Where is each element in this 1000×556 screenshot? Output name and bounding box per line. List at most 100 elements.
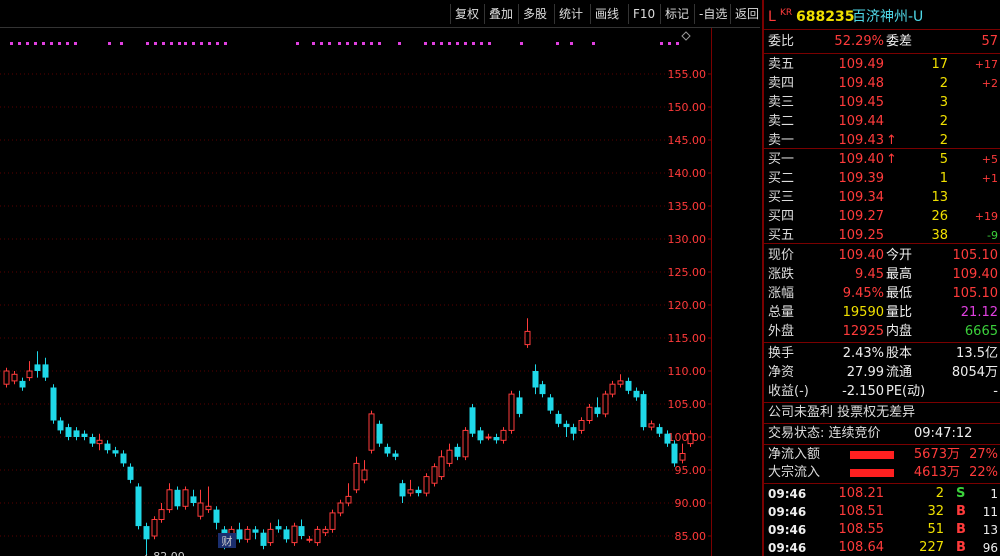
- quote-panel: L KR 688235 百济神州-U 委比 52.29% 委差 57 卖五 109…: [762, 0, 1000, 556]
- tick-row[interactable]: 09:46 108.64 227 B 96: [764, 539, 1000, 556]
- candle-body: [127, 466, 134, 480]
- buys-volume: 13: [931, 190, 948, 205]
- kr-mark: KR: [780, 8, 793, 18]
- buys-volume: 1: [939, 171, 948, 186]
- candle-body: [353, 462, 360, 491]
- marker-dot: [224, 42, 227, 45]
- marker-dot: [208, 42, 211, 45]
- marker-dot: [346, 42, 349, 45]
- row-jingzi: 净资 27.99 流通 8054万: [764, 363, 1000, 383]
- sells-label: 卖四: [768, 76, 795, 91]
- marker-dot: [216, 42, 219, 45]
- tick-count: 96: [982, 541, 998, 555]
- tick-price: 108.51: [838, 504, 885, 519]
- neipan-value: 6665: [964, 324, 998, 339]
- candle-body: [50, 387, 57, 421]
- candle-body: [679, 453, 686, 461]
- toolbar-button-6[interactable]: 标记: [660, 4, 693, 24]
- y-tick-label: 155.00: [668, 68, 707, 81]
- candle-body: [648, 423, 655, 428]
- buys-change: +1: [981, 172, 998, 185]
- tick-row[interactable]: 09:46 108.51 32 B 11: [764, 503, 1000, 521]
- toolbar-button-3[interactable]: 统计: [554, 4, 587, 24]
- tick-count: 11: [982, 505, 998, 519]
- zhangfu-value: 9.45%: [842, 286, 884, 301]
- marker-dot: [58, 42, 61, 45]
- sells-row[interactable]: 卖四 109.48 2 +2: [764, 74, 1000, 94]
- block-label: 大宗流入: [768, 465, 821, 480]
- sells-row[interactable]: 卖三 109.45 3: [764, 93, 1000, 113]
- tick-time: 09:46: [768, 505, 807, 519]
- zuigao-label: 最高: [886, 267, 913, 282]
- marker-dot: [660, 42, 663, 45]
- zongliang-label: 总量: [768, 305, 795, 320]
- buys-row[interactable]: 买四 109.27 26 +19: [764, 207, 1000, 227]
- sells-row[interactable]: 卖五 109.49 17 +17: [764, 55, 1000, 75]
- company-note: 公司未盈利 投票权无差异: [764, 403, 1000, 423]
- row-shouyi: 收益(-) -2.150 PE(动) -: [764, 382, 1000, 402]
- marker-dot: [440, 42, 443, 45]
- candle-body: [158, 509, 165, 521]
- toolbar-button-4[interactable]: 画线: [590, 4, 623, 24]
- kline-chart-svg[interactable]: 155.00 150.00 145.00 140.00 135.00 130.00 125.…: [0, 28, 716, 556]
- candle-body: [477, 430, 484, 441]
- toolbar-button-8[interactable]: 返回: [730, 4, 763, 24]
- marker-dot: [362, 42, 365, 45]
- pe-label: PE(动): [886, 384, 926, 399]
- toolbar-button-0[interactable]: 复权: [450, 4, 483, 24]
- toolbar-button-7[interactable]: -自选: [694, 4, 731, 24]
- kline-chart[interactable]: 155.00 150.00 145.00 140.00 135.00 130.00 125.…: [0, 28, 716, 556]
- tick-row[interactable]: 09:46 108.55 51 B 13: [764, 521, 1000, 539]
- candle-body: [516, 397, 523, 414]
- marker-dot: [34, 42, 37, 45]
- y-tick-label: 150.00: [668, 101, 707, 114]
- candle-body: [563, 423, 570, 428]
- toolbar-button-5[interactable]: F10: [628, 4, 659, 24]
- toolbar-button-1[interactable]: 叠加: [484, 4, 517, 24]
- candle-body: [291, 525, 298, 544]
- low-price-marker: ←82.00: [144, 550, 185, 556]
- block-pct: 22%: [969, 465, 998, 480]
- candle-body: [555, 413, 562, 424]
- tick-volume: 51: [927, 522, 944, 537]
- y-tick-label: 140.00: [668, 167, 707, 180]
- marker-dot: [296, 42, 299, 45]
- stock-code: 688235: [796, 9, 855, 25]
- buys-row[interactable]: 买三 109.34 13: [764, 188, 1000, 208]
- weicha-value: 57: [981, 34, 998, 49]
- stock-header: L KR 688235 百济神州-U: [764, 6, 1000, 28]
- buys-row[interactable]: 买一 109.40 ↑ 5 +5: [764, 150, 1000, 170]
- tick-row[interactable]: 09:46 108.21 2 S 1: [764, 485, 1000, 503]
- candle-body: [687, 433, 694, 445]
- weibi-value: 52.29%: [834, 34, 884, 49]
- buys-price: 109.40: [838, 152, 885, 167]
- y-tick-label: 145.00: [668, 134, 707, 147]
- sells-row[interactable]: 卖二 109.44 2: [764, 112, 1000, 132]
- candle-body: [617, 380, 624, 385]
- candle-body: [431, 466, 438, 484]
- candle-body: [182, 489, 189, 507]
- candle-body: [322, 528, 329, 534]
- liutong-label: 流通: [886, 365, 913, 380]
- trade-status-time: 09:47:12: [914, 426, 973, 441]
- candle-body: [197, 502, 204, 517]
- candle-body: [213, 509, 220, 523]
- candle-body: [174, 489, 181, 507]
- candle-body: [275, 526, 282, 530]
- jingzi-value: 27.99: [846, 365, 884, 380]
- block-value: 4613万: [913, 465, 960, 480]
- toolbar-button-2[interactable]: 多股: [518, 4, 551, 24]
- candle-body: [368, 413, 375, 451]
- guben-value: 13.5亿: [956, 346, 998, 361]
- marker-dot: [120, 42, 123, 45]
- sells-change: +17: [974, 58, 998, 71]
- tick-time: 09:46: [768, 487, 807, 501]
- candle-body: [640, 394, 647, 428]
- buys-row[interactable]: 买二 109.39 1 +1: [764, 169, 1000, 189]
- tick-side: B: [956, 540, 966, 555]
- candle-body: [570, 427, 577, 434]
- marker-dot: [464, 42, 467, 45]
- candle-body: [306, 538, 313, 541]
- waipan-label: 外盘: [768, 324, 795, 339]
- sells-volume: 17: [931, 57, 948, 72]
